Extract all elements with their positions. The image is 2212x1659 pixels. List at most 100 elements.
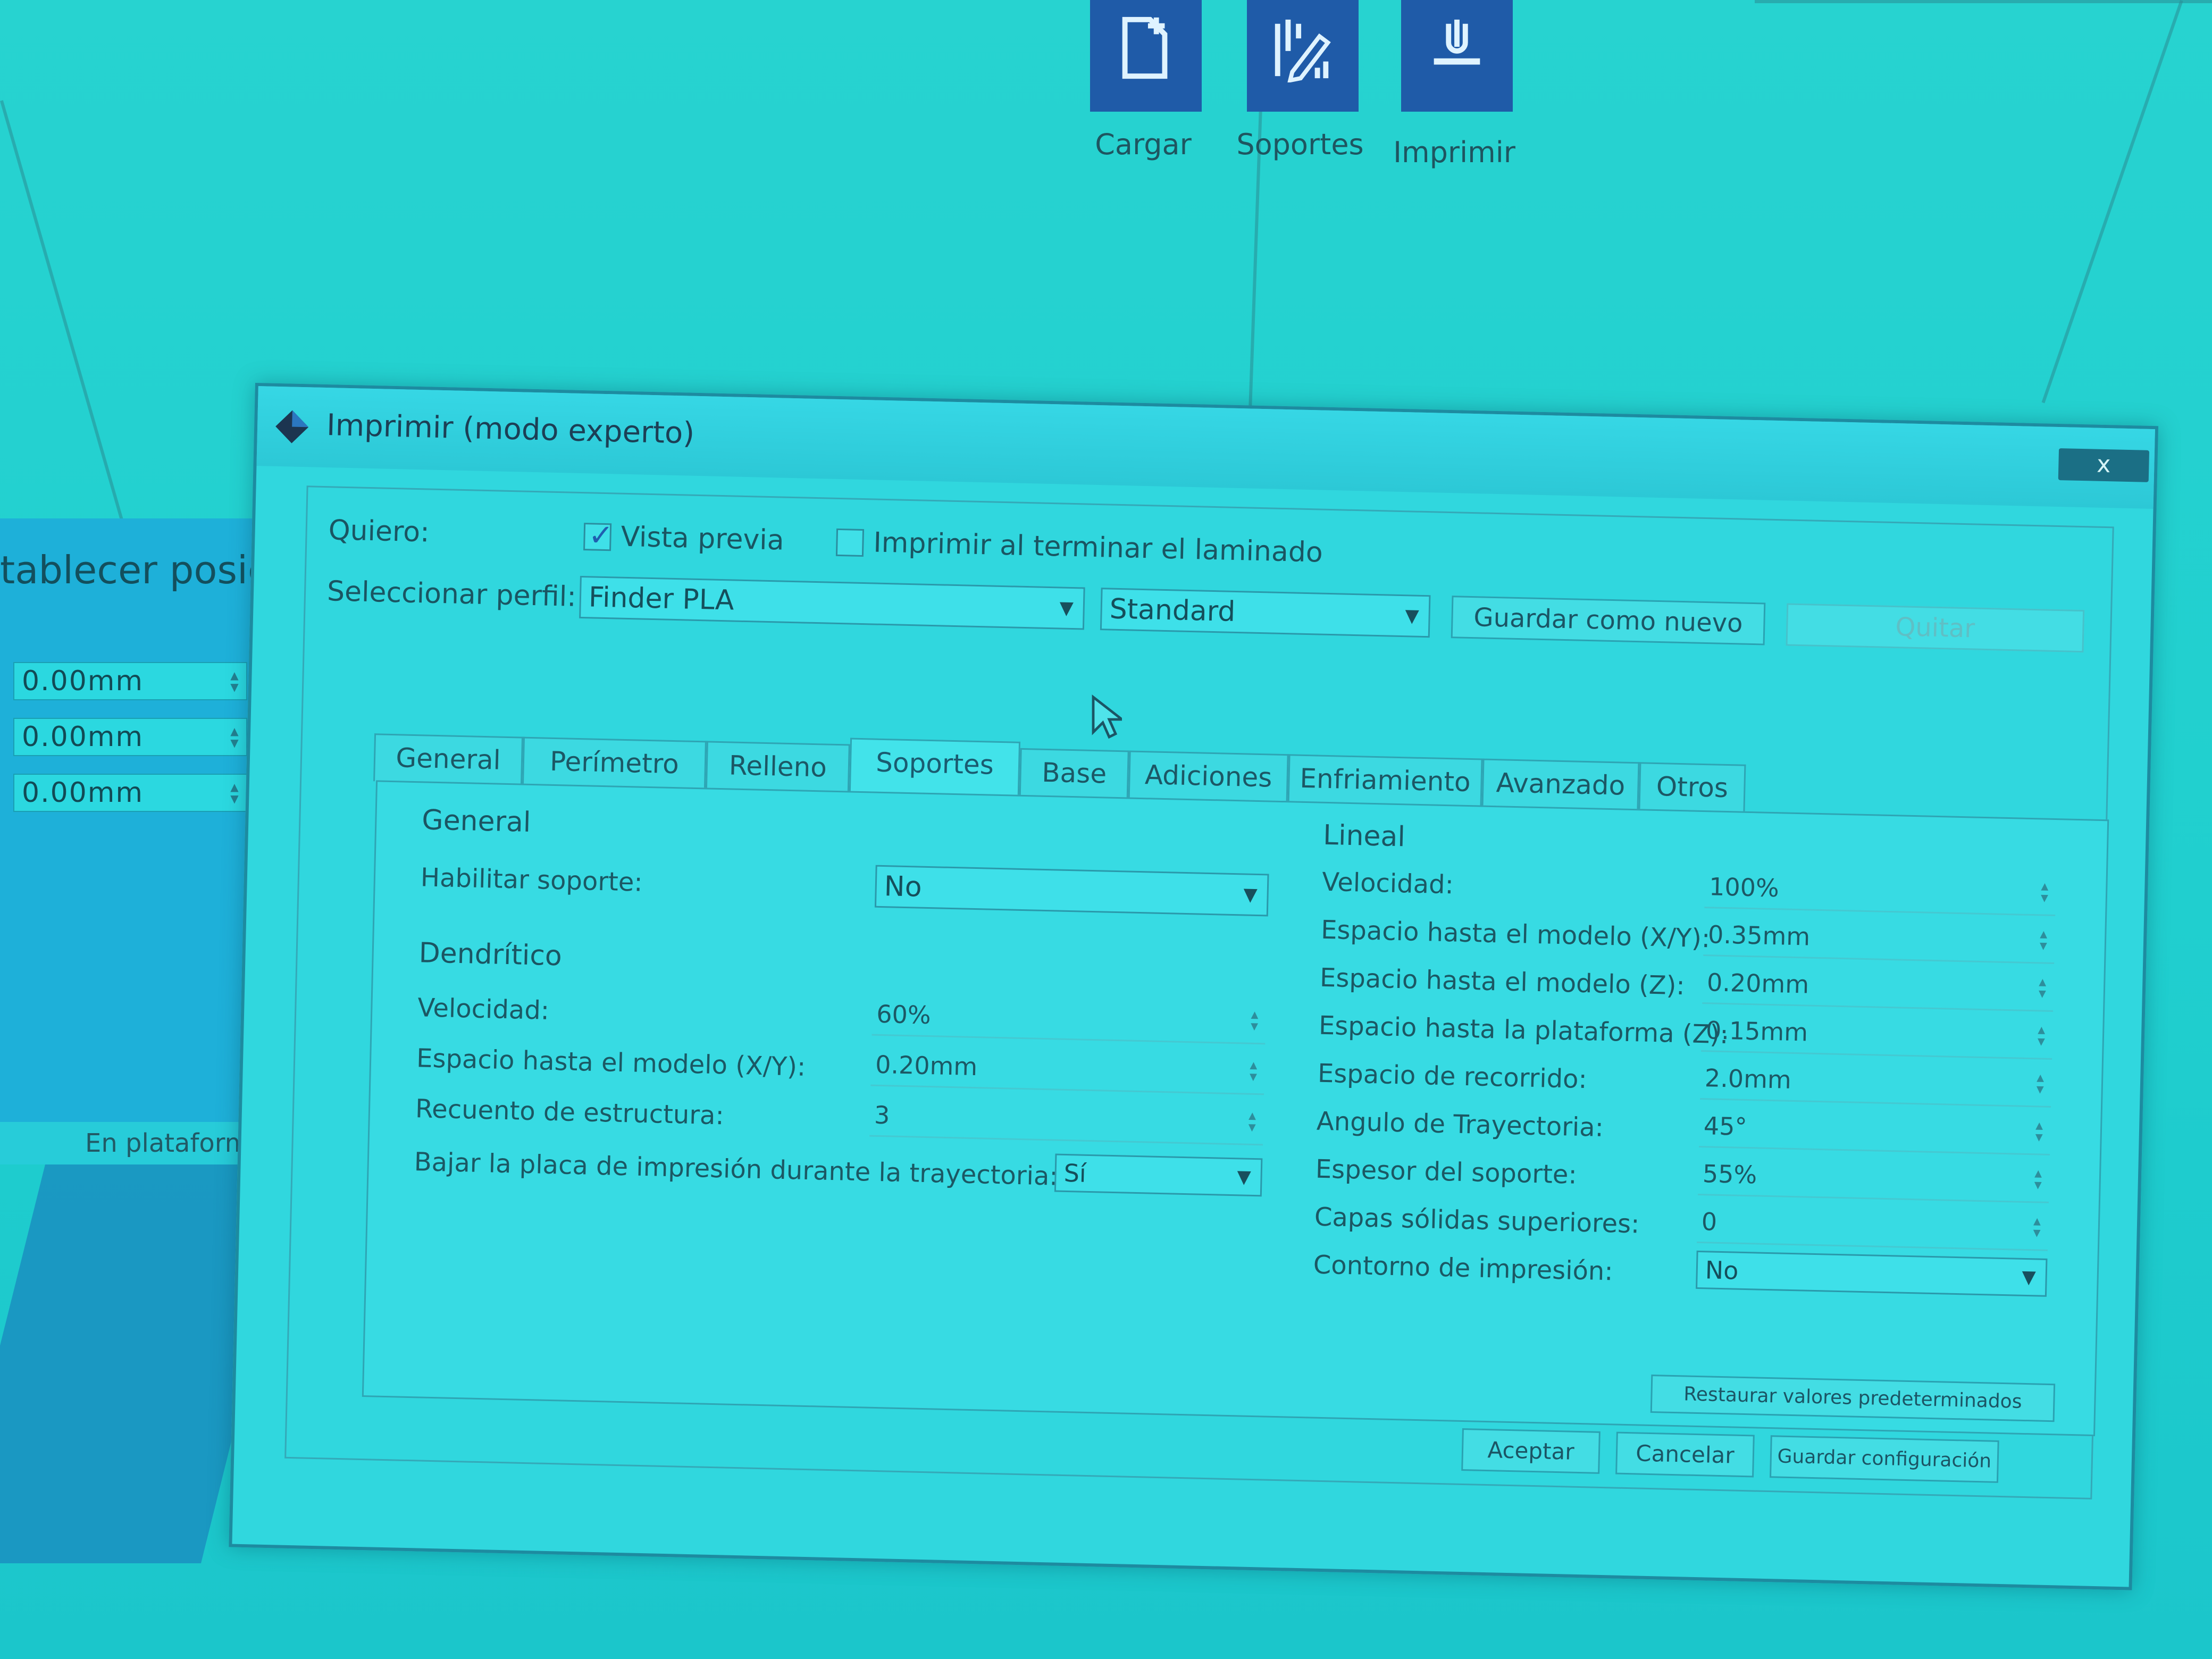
spin-arrows-icon[interactable]: ▲ ▼ (2029, 1216, 2045, 1239)
accept-button[interactable]: Aceptar (1461, 1428, 1601, 1474)
save-config-button[interactable]: Guardar configuración (1770, 1435, 1999, 1483)
linear-row-label: Espacio hasta la plataforma (Z): (1318, 1010, 1729, 1050)
position-x-value: 0.00mm (22, 665, 144, 697)
tab-advanced[interactable]: Avanzado (1481, 758, 1640, 810)
position-y-value: 0.00mm (22, 721, 144, 753)
lower-plate-value: Sí (1063, 1158, 1087, 1188)
linear-row-value: 0 (1701, 1207, 1717, 1236)
general-section-title: General (421, 804, 531, 839)
print-icon (1434, 19, 1480, 65)
spin-arrows-icon[interactable]: ▲ ▼ (227, 725, 243, 750)
linear-row-value: 0.20mm (1706, 968, 1809, 999)
lower-plate-select[interactable]: Sí ▼ (1054, 1153, 1263, 1197)
structure-count-value: 3 (874, 1100, 890, 1130)
spin-arrows-icon[interactable]: ▲ ▼ (1246, 1009, 1263, 1033)
quality-select[interactable]: Standard ▼ (1100, 588, 1431, 638)
chevron-down-icon: ▼ (1243, 884, 1258, 906)
chevron-down-icon: ▼ (1405, 605, 1420, 627)
linear-row-value: 55% (1702, 1159, 1757, 1189)
spin-arrows-icon[interactable]: ▲ ▼ (2032, 1072, 2048, 1096)
enable-support-value: No (884, 870, 923, 903)
load-file-icon (1122, 16, 1168, 79)
supports-panel: General Habilitar soporte: No ▼ Dendrític… (362, 780, 2109, 1437)
linear-platform-gap-input[interactable]: 0.15mm ▲ ▼ (1701, 1011, 2053, 1060)
spin-arrows-icon[interactable]: ▲ ▼ (2037, 881, 2053, 904)
spin-arrows-icon[interactable]: ▲ ▼ (2035, 928, 2052, 952)
linear-row-value: 100% (1708, 872, 1780, 903)
linear-z-gap-input[interactable]: 0.20mm ▲ ▼ (1702, 963, 2054, 1012)
spin-arrows-icon[interactable]: ▲ ▼ (227, 669, 243, 694)
enable-support-label: Habilitar soporte: (420, 862, 643, 898)
close-button[interactable]: x (2058, 448, 2150, 482)
position-z-value: 0.00mm (22, 777, 144, 809)
spin-arrows-icon[interactable]: ▲ ▼ (2031, 1120, 2047, 1144)
tab-supports[interactable]: Soportes (849, 738, 1021, 796)
spin-arrows-icon[interactable]: ▲ ▼ (2030, 1168, 2046, 1192)
preview-checkbox[interactable]: ✓ (583, 518, 614, 553)
linear-angle-input[interactable]: 45° ▲ ▼ (1699, 1107, 2051, 1155)
print-after-checkbox[interactable] (835, 528, 865, 557)
check-icon: ✓ (588, 518, 614, 554)
enable-support-select[interactable]: No ▼ (874, 865, 1269, 917)
linear-row-label: Espacio hasta el modelo (X/Y): (1320, 915, 1711, 954)
linear-speed-input[interactable]: 100% ▲ ▼ (1704, 868, 2056, 917)
dendritic-speed-label: Velocidad: (417, 993, 550, 1026)
remove-button[interactable]: Quitar (1786, 603, 2085, 653)
position-y-input[interactable]: 0.00mm ▲ ▼ (13, 718, 247, 756)
tab-other[interactable]: Otros (1638, 762, 1746, 812)
dialog-title: Imprimir (modo experto) (326, 408, 695, 451)
linear-row-value: 45° (1703, 1111, 1748, 1142)
grid-line (1755, 0, 2212, 3)
dendritic-speed-input[interactable]: 60% ▲ ▼ (872, 995, 1266, 1045)
spin-arrows-icon[interactable]: ▲ ▼ (227, 781, 243, 806)
linear-row-label: Espacio hasta el modelo (Z): (1319, 962, 1686, 1001)
dendritic-xy-gap-label: Espacio hasta el modelo (X/Y): (416, 1043, 806, 1082)
linear-row-value: No (1705, 1255, 1739, 1285)
position-z-input[interactable]: 0.00mm ▲ ▼ (13, 774, 247, 812)
linear-travel-gap-input[interactable]: 2.0mm ▲ ▼ (1700, 1059, 2052, 1108)
grid-line (2041, 0, 2183, 404)
profile-select[interactable]: Finder PLA ▼ (579, 575, 1085, 630)
tab-infill[interactable]: Relleno (705, 741, 850, 792)
spin-arrows-icon[interactable]: ▲ ▼ (2033, 1024, 2049, 1048)
linear-row-value: 0.35mm (1707, 920, 1811, 951)
profile-label: Seleccionar perfil: (326, 575, 577, 613)
mouse-cursor-icon (1092, 694, 1122, 739)
print-label: Imprimir (1393, 136, 1515, 169)
linear-xy-gap-input[interactable]: 0.35mm ▲ ▼ (1703, 916, 2055, 965)
spin-arrows-icon[interactable]: ▲ ▼ (1245, 1060, 1262, 1084)
save-as-new-button[interactable]: Guardar como nuevo (1451, 596, 1766, 646)
linear-top-layers-input[interactable]: 0 ▲ ▼ (1696, 1202, 2049, 1251)
chevron-down-icon: ▼ (2022, 1266, 2037, 1288)
supports-label: Soportes (1236, 128, 1364, 161)
on-platform-button[interactable]: En plataforma (0, 1122, 266, 1164)
spin-arrows-icon[interactable]: ▲ ▼ (2034, 976, 2051, 1000)
tab-general[interactable]: General (373, 733, 524, 785)
tab-additions[interactable]: Adiciones (1128, 750, 1289, 802)
load-label: Cargar (1095, 128, 1192, 161)
print-button[interactable] (1401, 0, 1513, 112)
spin-arrows-icon[interactable]: ▲ ▼ (1244, 1110, 1260, 1134)
position-panel (0, 518, 266, 1162)
settings-tabs: General Perímetro Relleno Soportes Base … (373, 733, 1746, 812)
supports-icon (1275, 19, 1331, 82)
print-outline-select[interactable]: No ▼ (1696, 1250, 2048, 1297)
profile-value: Finder PLA (588, 581, 735, 617)
supports-button[interactable] (1247, 0, 1359, 112)
tab-base[interactable]: Base (1019, 748, 1129, 799)
linear-row-label: Espacio de recorrido: (1317, 1058, 1588, 1095)
linear-thickness-input[interactable]: 55% ▲ ▼ (1698, 1154, 2050, 1203)
restore-defaults-button[interactable]: Restaurar valores predeterminados (1650, 1375, 2056, 1422)
structure-count-label: Recuento de estructura: (415, 1094, 725, 1131)
tab-cooling[interactable]: Enfriamiento (1287, 754, 1483, 807)
load-button[interactable] (1090, 0, 1202, 112)
linear-row-value: 0.15mm (1705, 1016, 1808, 1047)
dendritic-xy-gap-input[interactable]: 0.20mm ▲ ▼ (870, 1045, 1265, 1095)
cancel-button[interactable]: Cancelar (1615, 1431, 1755, 1478)
position-x-input[interactable]: 0.00mm ▲ ▼ (13, 662, 247, 700)
linear-row-value: 2.0mm (1704, 1063, 1792, 1094)
print-after-label: Imprimir al terminar el laminado (873, 526, 1323, 569)
structure-count-input[interactable]: 3 ▲ ▼ (869, 1096, 1264, 1146)
tab-perimeter[interactable]: Perímetro (522, 736, 707, 789)
quality-value: Standard (1109, 593, 1236, 628)
